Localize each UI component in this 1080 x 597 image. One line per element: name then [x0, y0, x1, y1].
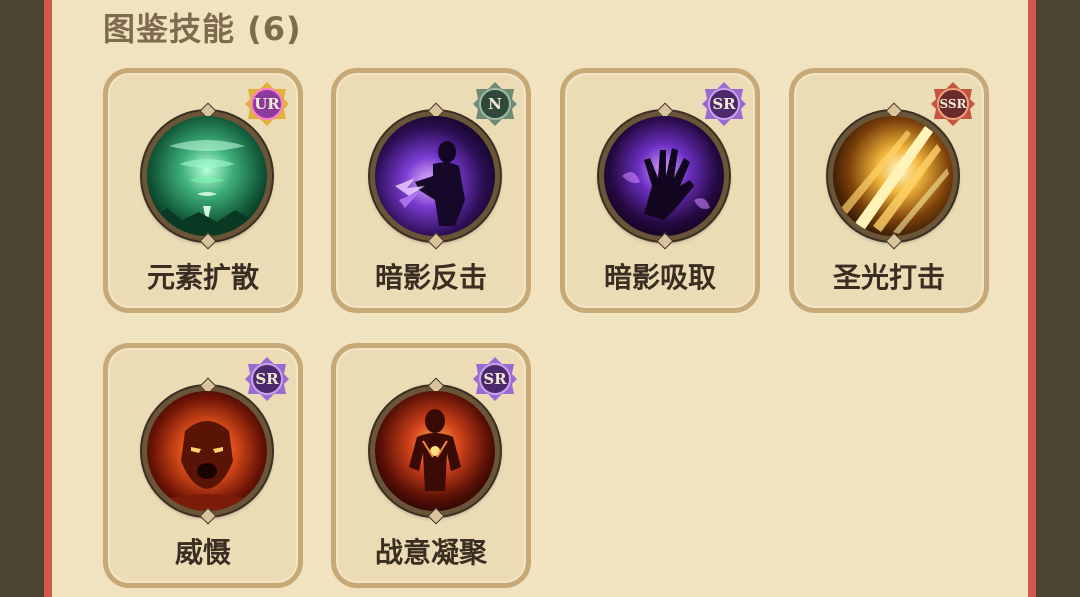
skill-icon-frame [370, 377, 500, 525]
shadow-hand-icon [604, 116, 724, 236]
rarity-badge: N [472, 81, 518, 127]
skill-card-3[interactable]: SR 暗影吸取 [560, 68, 760, 313]
rarity-badge: SR [701, 81, 747, 127]
rarity-label: N [488, 95, 502, 113]
skill-card-5[interactable]: SR 威慑 [103, 343, 303, 588]
skill-name: 威慑 [174, 536, 231, 569]
skill-name: 元素扩散 [146, 261, 259, 294]
green-tornado-icon [147, 116, 267, 236]
rarity-label: UR [254, 95, 280, 113]
skill-card-6[interactable]: SR 战意凝聚 [331, 343, 531, 588]
rarity-badge: UR [244, 81, 290, 127]
rarity-label: SR [483, 370, 507, 388]
skill-name: 暗影反击 [374, 261, 487, 294]
section-title: 图鉴技能 (6) [103, 10, 302, 48]
rarity-badge: SSR [930, 81, 976, 127]
skill-card-4[interactable]: SSR 圣光打击 [789, 68, 989, 313]
rarity-badge: SR [244, 356, 290, 402]
rarity-label: SR [255, 370, 279, 388]
skill-name: 暗影吸取 [603, 261, 716, 294]
skill-icon-frame [599, 102, 729, 250]
shadow-figure-icon [375, 116, 495, 236]
rarity-label: SSR [939, 97, 967, 111]
skill-name: 圣光打击 [832, 261, 945, 294]
flaming-warrior-icon [375, 391, 495, 511]
skill-card-1[interactable]: UR 元素扩散 [103, 68, 303, 313]
skill-collection-panel: 图鉴技能 (6) UR 元素扩散 N 暗影反击 SR 暗影吸取 SSR 圣光打击… [44, 0, 1036, 597]
right-frame [1036, 0, 1080, 597]
rarity-badge: SR [472, 356, 518, 402]
skill-icon-frame [828, 102, 958, 250]
skill-icon-frame [370, 102, 500, 250]
skill-icon-frame [142, 377, 272, 525]
holy-light-strike-icon [833, 116, 953, 236]
flaming-roar-icon [147, 391, 267, 511]
skill-name: 战意凝聚 [374, 536, 487, 569]
skill-icon-frame [142, 102, 272, 250]
left-frame [0, 0, 44, 597]
rarity-label: SR [712, 95, 736, 113]
skill-card-2[interactable]: N 暗影反击 [331, 68, 531, 313]
